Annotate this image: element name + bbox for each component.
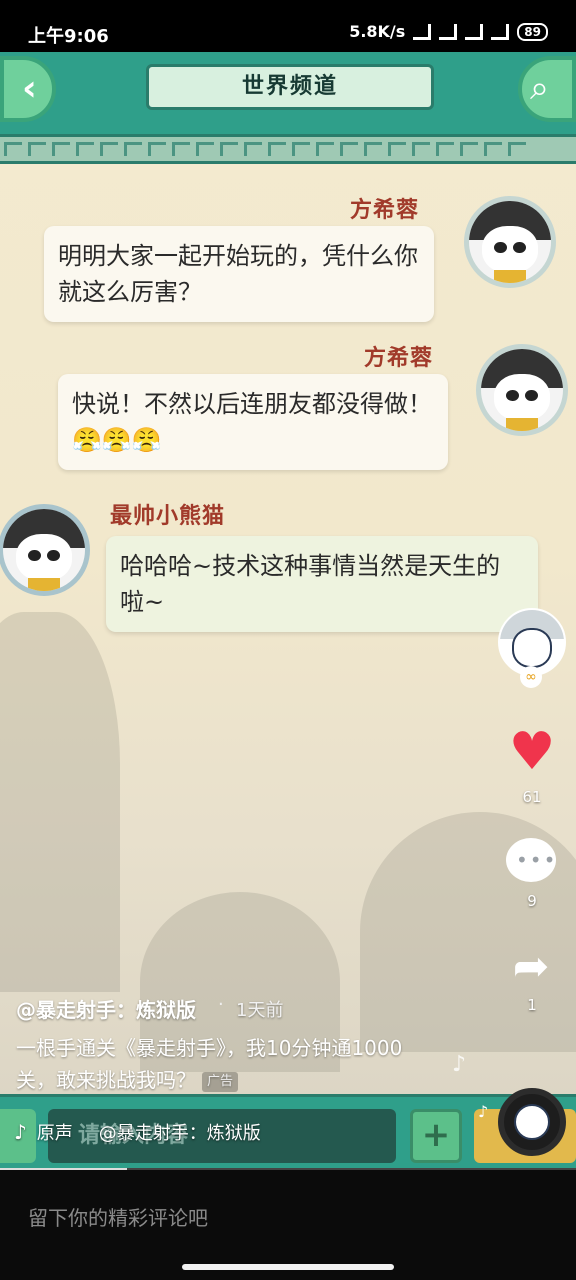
game-header: ‹ 世界频道 ⌕ xyxy=(0,52,576,164)
post-description: 一根手通关《暴走射手》，我10分钟通1000关，敢来挑战我吗？ 广告 xyxy=(16,1032,436,1096)
message-sender: 方希蓉 xyxy=(364,346,434,371)
wifi-icon xyxy=(491,23,510,40)
back-arrow-icon: ‹ xyxy=(22,68,37,109)
message-sender: 最帅小熊猫 xyxy=(110,504,226,529)
like-heart-icon[interactable]: ♥ xyxy=(506,726,558,778)
post-time: 1天前 xyxy=(236,1000,284,1021)
comment-input[interactable]: 留下你的精彩评论吧 xyxy=(28,1202,208,1231)
comment-count: 9 xyxy=(527,892,537,910)
post-author[interactable]: @暴走射手：炼狱版 xyxy=(16,994,196,1023)
game-search-button[interactable]: ⌕ xyxy=(518,56,576,122)
home-indicator xyxy=(182,1264,394,1270)
separator-dot: · xyxy=(218,994,224,1015)
vibrate-icon xyxy=(413,23,432,40)
avatar xyxy=(464,196,556,288)
music-label: 原声 xyxy=(36,1123,73,1144)
message-bubble: 哈哈哈~技术这种事情当然是天生的啦~ xyxy=(106,536,538,632)
tiktok-note-icon: ♪ xyxy=(14,1120,27,1144)
avatar xyxy=(0,504,90,596)
status-bar: 上午9:06 5.8K/s 89 xyxy=(0,0,576,52)
comment-icon[interactable]: ••• xyxy=(506,838,556,882)
signal-2-icon xyxy=(465,23,484,40)
like-count: 61 xyxy=(522,788,542,806)
music-artist: @暴走射手：炼狱版 xyxy=(98,1123,261,1144)
search-icon: ⌕ xyxy=(530,68,550,108)
ad-badge: 广告 xyxy=(202,1071,239,1092)
message-bubble: 快说！不然以后连朋友都没得做！😤😤😤 xyxy=(58,374,448,470)
music-disc[interactable] xyxy=(498,1088,566,1156)
comment-bar[interactable]: 留下你的精彩评论吧 xyxy=(0,1170,576,1280)
game-back-button[interactable]: ‹ xyxy=(0,56,56,122)
status-right: 5.8K/s 89 xyxy=(349,22,548,41)
message-text: 明明大家一起开始玩的，凭什么你就这么厉害？ xyxy=(58,242,418,306)
music-row[interactable]: ♪ 原声 @暴走射手：炼狱版 xyxy=(14,1116,261,1148)
message-text: 哈哈哈~技术这种事情当然是天生的啦~ xyxy=(120,552,501,616)
message-bubble: 明明大家一起开始玩的，凭什么你就这么厉害？ xyxy=(44,226,434,322)
game-plus-button[interactable]: + xyxy=(410,1109,462,1163)
network-speed: 5.8K/s xyxy=(349,22,406,41)
message-text: 快说！不然以后连朋友都没得做！😤😤😤 xyxy=(72,390,432,454)
share-count: 1 xyxy=(527,996,537,1014)
signal-icon xyxy=(439,23,458,40)
share-icon[interactable]: ➦ xyxy=(504,942,558,992)
avatar xyxy=(476,344,568,436)
status-time: 上午9:06 xyxy=(28,26,109,47)
message-sender: 方希蓉 xyxy=(350,198,420,223)
battery-icon: 89 xyxy=(517,22,548,41)
music-note-icon: ♪ xyxy=(452,1052,467,1077)
video-player[interactable]: ‹ 世界频道 ⌕ 方希蓉 明明大家一起开始玩的，凭什么你就这么厉害？ 方希蓉 快… xyxy=(0,52,576,1170)
follow-link-icon[interactable]: ∞ xyxy=(520,666,542,688)
channel-title: 世界频道 xyxy=(146,64,434,110)
background-mountain xyxy=(0,612,120,992)
music-note-icon: ♪ xyxy=(478,1102,489,1121)
header-pattern xyxy=(0,134,576,164)
